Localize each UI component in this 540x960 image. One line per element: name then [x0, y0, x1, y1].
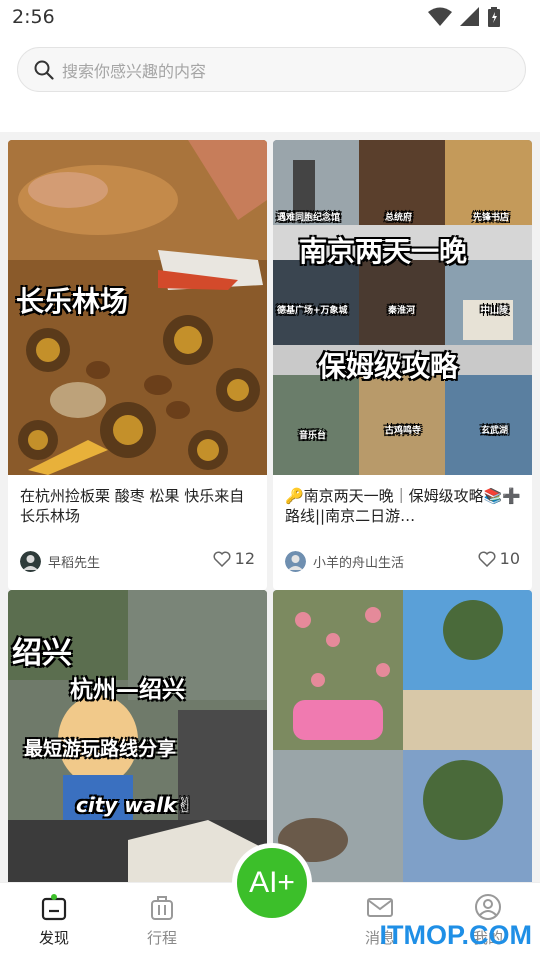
cover-caption: 古鸡鸣寺	[385, 426, 422, 436]
card-author[interactable]: 小羊的舟山生活	[285, 551, 404, 572]
author-name: 早稻先生	[48, 556, 101, 571]
cover-caption: 遇难同胞纪念馆	[277, 213, 341, 223]
cover-caption: 音乐台	[299, 431, 327, 441]
search-placeholder: 搜索你感兴趣的内容	[62, 61, 207, 81]
avatar	[285, 551, 306, 572]
card-cover-image[interactable]: 绍兴 杭州—绍兴 最短游玩路线分享 city walk✌	[8, 590, 267, 900]
search-input[interactable]: 搜索你感兴趣的内容	[17, 47, 526, 92]
signal-icon	[460, 7, 479, 26]
battery-icon	[488, 7, 500, 27]
heart-icon	[213, 551, 231, 567]
feed-card[interactable]	[273, 590, 532, 900]
profile-icon	[475, 894, 501, 920]
cover-overlay-text: 保姆级攻略	[318, 350, 459, 383]
mail-icon	[367, 898, 393, 917]
like-count: 12	[234, 549, 255, 568]
feed-card[interactable]: 绍兴 杭州—绍兴 最短游玩路线分享 city walk✌	[8, 590, 267, 900]
status-icons	[428, 7, 500, 27]
card-cover-image[interactable]: 遇难同胞纪念馆 总统府 先锋书店 南京两天一晚 德基广场+万象城 秦淮河 中山陵…	[273, 140, 532, 475]
cover-caption: 中山陵	[481, 306, 509, 316]
cover-overlay-text: 绍兴	[12, 636, 72, 671]
like-button[interactable]: 12	[213, 549, 255, 568]
cover-overlay-text: 杭州—绍兴	[70, 677, 185, 703]
nav-label: 发现	[38, 929, 69, 947]
nav-item-trips[interactable]: 行程	[127, 893, 197, 948]
cover-overlay-text: 长乐林场	[16, 285, 129, 318]
cover-overlay-text: 南京两天一晚	[299, 235, 468, 268]
like-count: 10	[499, 549, 520, 568]
cover-caption: 德基广场+万象城	[277, 306, 348, 316]
card-cover-image[interactable]	[273, 590, 532, 900]
status-bar: 2:56	[0, 0, 540, 36]
author-name: 小羊的舟山生活	[313, 556, 405, 571]
nav-label: 行程	[146, 929, 177, 947]
discover-icon	[41, 894, 67, 921]
card-title[interactable]: 在杭州捡板栗 酸枣 松果 快乐来自长乐林场	[20, 486, 258, 526]
ai-plus-button[interactable]: AI+	[232, 843, 312, 923]
feed-card[interactable]: 长乐林场 在杭州捡板栗 酸枣 松果 快乐来自长乐林场 早稻先生 12	[8, 140, 267, 590]
card-author[interactable]: 早稻先生	[20, 551, 100, 572]
cover-caption: 秦淮河	[388, 306, 416, 316]
cover-caption: 先锋书店	[473, 213, 510, 223]
search-icon	[34, 60, 54, 80]
cover-overlay-text: 最短游玩路线分享	[24, 738, 177, 760]
feed[interactable]: 长乐林场 在杭州捡板栗 酸枣 松果 快乐来自长乐林场 早稻先生 12 遇难同胞纪…	[0, 132, 540, 900]
wifi-icon	[428, 7, 452, 26]
heart-icon	[478, 551, 496, 567]
feed-card[interactable]: 遇难同胞纪念馆 总统府 先锋书店 南京两天一晚 德基广场+万象城 秦淮河 中山陵…	[273, 140, 532, 590]
cover-caption: 总统府	[385, 213, 413, 223]
status-time: 2:56	[12, 6, 55, 28]
ai-plus-label: AI+	[237, 848, 307, 918]
nav-item-discover[interactable]: 发现	[19, 893, 89, 948]
card-cover-image[interactable]: 长乐林场	[8, 140, 267, 475]
avatar	[20, 551, 41, 572]
cover-overlay-text: city walk✌	[76, 793, 194, 817]
card-title[interactable]: 🔑南京两天一晚｜保姆级攻略📚➕路线||南京二日游…	[285, 486, 523, 526]
luggage-icon	[151, 896, 173, 920]
watermark: ITMOP.COM	[379, 920, 532, 950]
cover-caption: 玄武湖	[481, 426, 509, 436]
like-button[interactable]: 10	[478, 549, 520, 568]
